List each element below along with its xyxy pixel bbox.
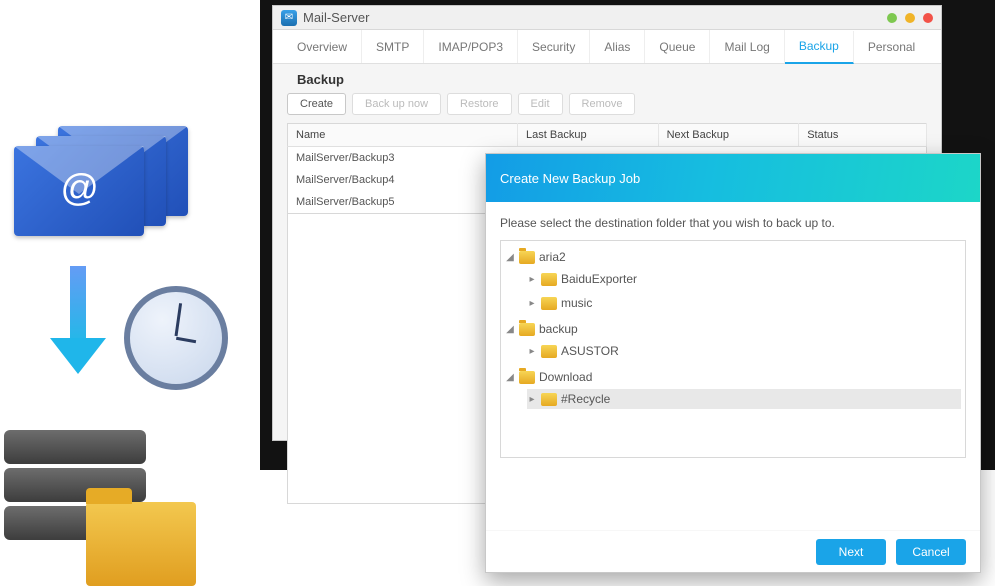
folder-icon [541, 297, 557, 310]
window-maximize-icon[interactable] [905, 13, 915, 23]
window-titlebar[interactable]: ✉ Mail-Server [273, 6, 941, 30]
cell-name: MailServer/Backup4 [288, 169, 518, 191]
restore-button[interactable]: Restore [447, 93, 512, 115]
tab-mail-log[interactable]: Mail Log [710, 30, 784, 63]
tab-imap-pop3[interactable]: IMAP/POP3 [424, 30, 518, 63]
clock-illustration [124, 286, 228, 390]
create-backup-modal: Create New Backup Job Please select the … [485, 153, 981, 573]
tree-item-baiduExporter[interactable]: ▸ BaiduExporter [527, 269, 961, 289]
folder-open-icon [519, 251, 535, 264]
next-button[interactable]: Next [816, 539, 886, 565]
folder-icon [541, 345, 557, 358]
tab-backup[interactable]: Backup [785, 31, 854, 64]
window-title: Mail-Server [303, 10, 369, 25]
tree-expand-icon[interactable]: ▸ [527, 274, 537, 285]
col-name[interactable]: Name [288, 124, 518, 147]
destination-folder-tree[interactable]: ◢ aria2 ▸ BaiduExporter ▸ mu [500, 240, 966, 458]
tree-item-recycle[interactable]: ▸ #Recycle [527, 389, 961, 409]
folder-icon [541, 393, 557, 406]
tree-item-asustor[interactable]: ▸ ASUSTOR [527, 341, 961, 361]
remove-button[interactable]: Remove [569, 93, 636, 115]
edit-button[interactable]: Edit [518, 93, 563, 115]
col-status[interactable]: Status [799, 124, 927, 147]
tab-alias[interactable]: Alias [590, 30, 645, 63]
down-arrow-illustration [50, 266, 106, 376]
tab-overview[interactable]: Overview [283, 30, 362, 63]
tree-item-download[interactable]: ◢ Download [505, 367, 961, 387]
tree-item-aria2[interactable]: ◢ aria2 [505, 247, 961, 267]
folder-icon [541, 273, 557, 286]
tree-collapse-icon[interactable]: ◢ [505, 372, 515, 383]
window-close-icon[interactable] [923, 13, 933, 23]
modal-title[interactable]: Create New Backup Job [486, 154, 980, 202]
tab-smtp[interactable]: SMTP [362, 30, 424, 63]
tree-item-music[interactable]: ▸ music [527, 293, 961, 313]
mail-server-icon: ✉ [281, 10, 297, 26]
tab-security[interactable]: Security [518, 30, 590, 63]
col-last[interactable]: Last Backup [518, 124, 659, 147]
tree-expand-icon[interactable]: ▸ [527, 298, 537, 309]
cell-name: MailServer/Backup3 [288, 147, 518, 170]
tab-queue[interactable]: Queue [645, 30, 710, 63]
mail-envelopes-illustration: @ [8, 126, 204, 238]
folder-open-icon [519, 323, 535, 336]
col-next[interactable]: Next Backup [658, 124, 799, 147]
tree-expand-icon[interactable]: ▸ [527, 346, 537, 357]
main-tabs: Overview SMTP IMAP/POP3 Security Alias Q… [273, 30, 941, 64]
backup-now-button[interactable]: Back up now [352, 93, 441, 115]
cell-name: MailServer/Backup5 [288, 191, 518, 214]
server-folder-illustration [4, 430, 146, 570]
tree-expand-icon[interactable]: ▸ [527, 394, 537, 405]
tab-personal[interactable]: Personal [854, 30, 929, 63]
create-button[interactable]: Create [287, 93, 346, 115]
backup-toolbar: Create Back up now Restore Edit Remove [287, 93, 927, 115]
tree-item-backup[interactable]: ◢ backup [505, 319, 961, 339]
window-minimize-icon[interactable] [887, 13, 897, 23]
tree-collapse-icon[interactable]: ◢ [505, 324, 515, 335]
tree-collapse-icon[interactable]: ◢ [505, 252, 515, 263]
modal-instruction: Please select the destination folder tha… [500, 216, 966, 230]
section-title: Backup [297, 72, 927, 87]
cancel-button[interactable]: Cancel [896, 539, 966, 565]
folder-open-icon [519, 371, 535, 384]
